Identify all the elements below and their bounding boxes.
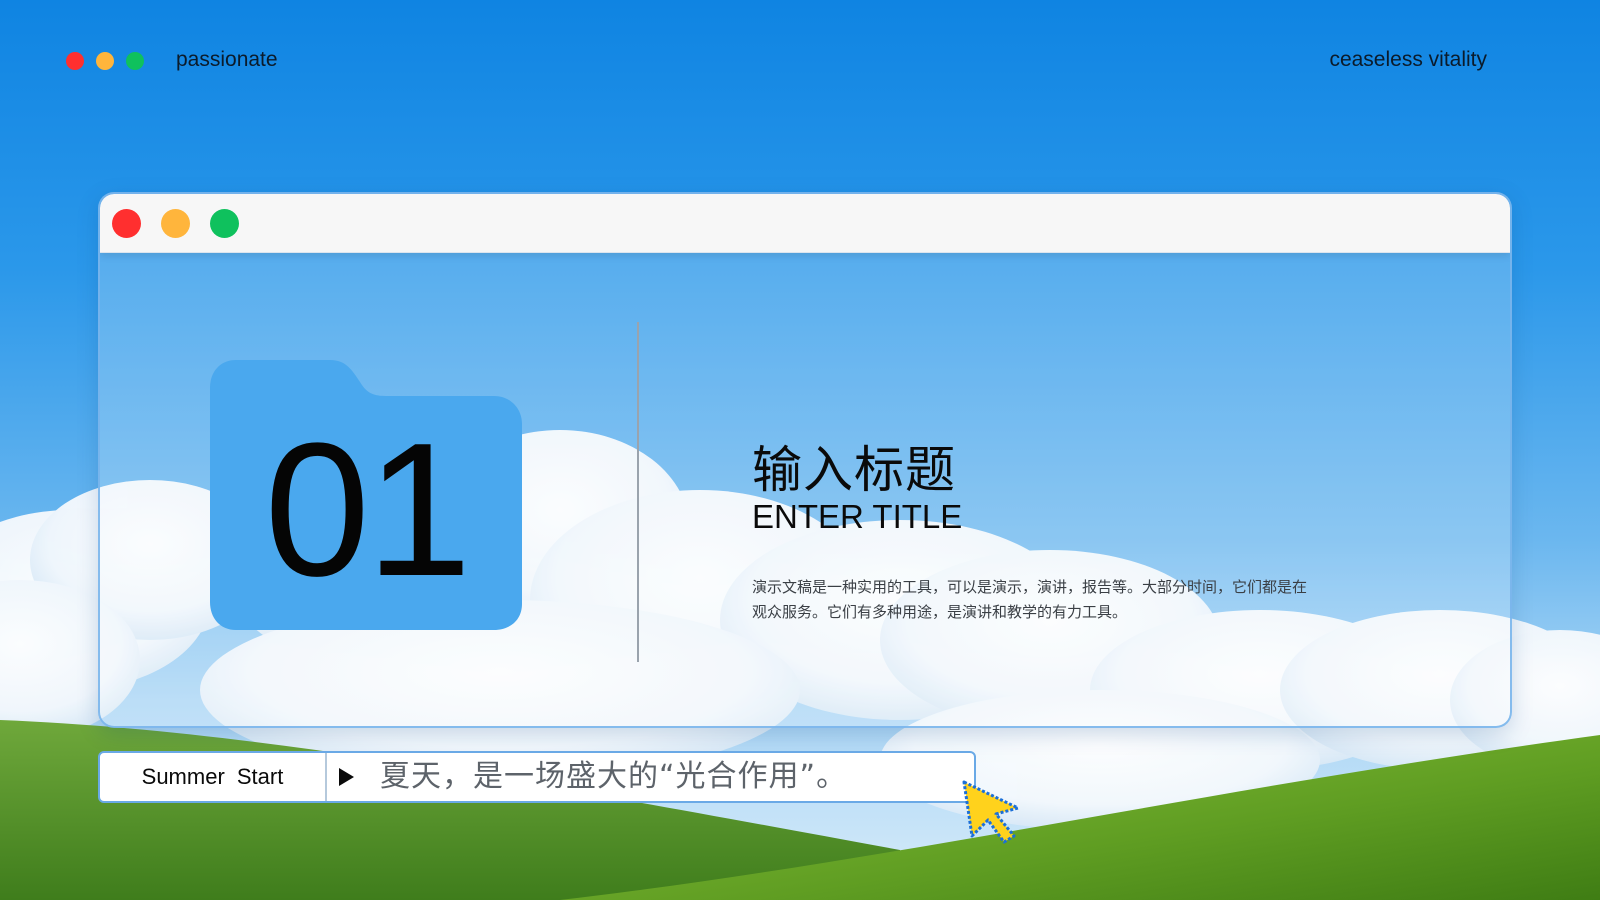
close-button[interactable] [112, 209, 141, 238]
main-window: 01 输入标题 ENTER TITLE 演示文稿是一种实用的工具，可以是演示，演… [98, 192, 1512, 728]
window-controls [112, 209, 239, 238]
yellow-dot-icon [96, 52, 114, 70]
summer-quote: 夏天，是一场盛大的“光合作用”。 [380, 759, 848, 794]
vertical-divider [637, 322, 639, 662]
red-dot-icon [66, 52, 84, 70]
minimize-button[interactable] [161, 209, 190, 238]
green-dot-icon [126, 52, 144, 70]
maximize-button[interactable] [210, 209, 239, 238]
play-icon[interactable] [339, 768, 354, 786]
header-left-label: passionate [176, 48, 278, 71]
folder-icon: 01 [210, 360, 522, 630]
summer-start-tag[interactable]: Summer Start [100, 753, 327, 801]
section-number: 01 [264, 404, 471, 616]
header-right-label: ceaseless vitality [1329, 48, 1487, 71]
mouse-pointer-icon [958, 778, 1028, 853]
description-text: 演示文稿是一种实用的工具，可以是演示，演讲，报告等。大部分时间，它们都是在观众服… [752, 578, 1308, 621]
title-chinese: 输入标题 [752, 441, 956, 499]
window-title-bar [100, 194, 1510, 253]
bottom-input-bar: Summer Start 夏天，是一场盛大的“光合作用”。 [98, 751, 976, 803]
header-window-dots [66, 52, 144, 70]
title-english: ENTER TITLE [752, 498, 963, 535]
